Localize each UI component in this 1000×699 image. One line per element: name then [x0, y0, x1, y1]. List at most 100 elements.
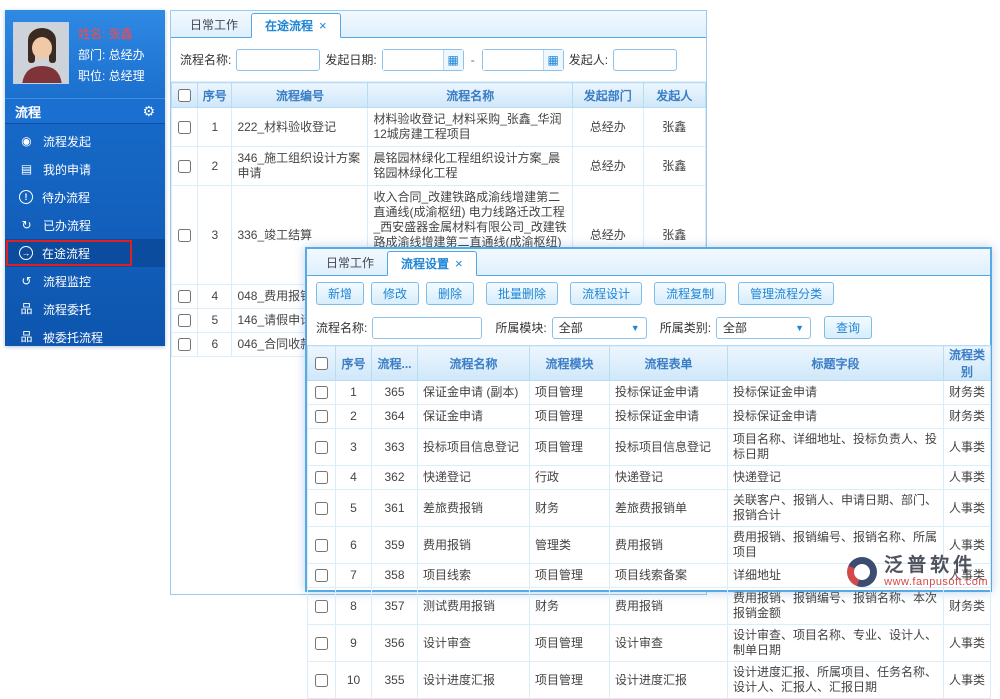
flow-copy-button[interactable]: 流程复制: [654, 281, 727, 305]
table-row[interactable]: 3 363 投标项目信息登记 项目管理 投标项目信息登记 项目名称、详细地址、投标负责人、…: [307, 428, 991, 466]
column-header[interactable]: 流程名称: [417, 345, 530, 381]
flow-name-input[interactable]: [372, 316, 483, 339]
close-tab-icon[interactable]: ×: [455, 257, 463, 270]
row-checkbox[interactable]: [315, 538, 328, 552]
date-from-input[interactable]: [382, 49, 443, 70]
main-tabbar: 日常工作 在途流程 ×: [171, 11, 706, 38]
sidebar-item-todo[interactable]: ! 待办流程: [5, 183, 165, 211]
delete-button[interactable]: 删除: [426, 281, 475, 305]
row-checkbox[interactable]: [315, 501, 328, 515]
sidebar-item-launch[interactable]: ◉ 流程发起: [5, 127, 165, 155]
flow-name-input[interactable]: [236, 48, 321, 71]
module-select[interactable]: 全部 ▼: [551, 316, 647, 339]
checkbox-cell: [307, 624, 336, 662]
sidebar-item-monitor[interactable]: ↺ 流程监控: [5, 267, 165, 295]
cell-flow-name: 设计进度汇报: [417, 661, 530, 699]
cell-code: 222_材料验收登记: [231, 107, 369, 147]
row-checkbox[interactable]: [315, 673, 328, 687]
row-checkbox[interactable]: [178, 338, 192, 352]
sidebar-item-finished[interactable]: ↻ 已办流程: [5, 211, 165, 239]
table-row[interactable]: 9 356 设计审查 项目管理 设计审查 设计审查、项目名称、专业、设计人、制单日期 人事类: [307, 624, 991, 662]
table-row[interactable]: 8 357 测试费用报销 财务 费用报销 费用报销、报销编号、报销名称、本次报销金额 财务类: [307, 587, 991, 625]
cell-dept: 总经办: [571, 146, 644, 186]
row-checkbox[interactable]: [178, 290, 192, 304]
row-checkbox[interactable]: [315, 636, 328, 650]
profile-name: 姓名: 张鑫: [78, 27, 133, 41]
cell-no: 8: [335, 587, 372, 625]
main-tab-daily-work[interactable]: 日常工作: [177, 12, 251, 37]
profile-info: 姓名: 张鑫 部门: 总经办 职位: 总经理: [78, 22, 145, 90]
calendar-icon[interactable]: ▦: [542, 49, 563, 70]
table-row[interactable]: 1 365 保证金申请 (副本) 项目管理 投标保证金申请 投标保证金申请 财务类: [307, 380, 991, 405]
column-header[interactable]: 序号: [335, 345, 372, 381]
table-row[interactable]: 2 346_施工组织设计方案申请 晨铭园林绿化工程组织设计方案_晨铭园林绿化工程 总经…: [170, 146, 706, 186]
category-label: 所属类别:: [659, 321, 712, 335]
sidebar-item-in-transit[interactable]: → 在途流程: [5, 239, 165, 267]
row-checkbox[interactable]: [315, 471, 328, 485]
search-button[interactable]: 查询: [824, 316, 873, 339]
edit-button[interactable]: 修改: [371, 281, 420, 305]
broadcast-icon: ◉: [21, 133, 32, 148]
row-checkbox[interactable]: [315, 410, 328, 424]
sidebar-item-delegated[interactable]: 品被委托流程: [5, 323, 165, 351]
flow-design-button[interactable]: 流程设计: [570, 281, 643, 305]
column-header[interactable]: 流程名称: [367, 82, 573, 108]
column-header[interactable]: 发起人: [642, 82, 706, 108]
sender-input[interactable]: [613, 48, 678, 71]
settings-tab-daily-work[interactable]: 日常工作: [313, 250, 387, 275]
cell-title-field: 费用报销、报销编号、报销名称、本次报销金额: [727, 587, 944, 625]
row-checkbox[interactable]: [178, 314, 192, 328]
cell-module: 项目管理: [529, 624, 610, 662]
cell-no: 7: [335, 563, 372, 588]
table-row[interactable]: 1 222_材料验收登记 材料验收登记_材料采购_张鑫_华润12城房建工程项目 总经办…: [170, 107, 706, 147]
batch-delete-button[interactable]: 批量删除: [486, 281, 559, 305]
table-row[interactable]: 10 355 设计进度汇报 项目管理 设计进度汇报 设计进度汇报、所属项目、任务名称、设计…: [307, 661, 991, 699]
calendar-icon[interactable]: ▦: [442, 49, 463, 70]
column-header[interactable]: 流程类别: [943, 345, 991, 381]
cell-category: 人事类: [943, 465, 991, 490]
column-header[interactable]: 发起部门: [571, 82, 644, 108]
sidebar-item-delegate[interactable]: 品流程委托: [5, 295, 165, 323]
chevron-down-icon: ▼: [630, 322, 640, 333]
table-row[interactable]: 2 364 保证金申请 项目管理 投标保证金申请 投标保证金申请 财务类: [307, 404, 991, 429]
cell-no: 6: [197, 332, 233, 357]
row-checkbox[interactable]: [315, 599, 328, 613]
cell-flow-name: 保证金申请 (副本): [417, 380, 530, 405]
column-header[interactable]: 序号: [197, 82, 233, 108]
cell-flow-id: 363: [371, 428, 418, 466]
row-checkbox[interactable]: [315, 569, 328, 583]
table-row[interactable]: 5 361 差旅费报销 财务 差旅费报销单 关联客户、报销人、申请日期、部门、报销合计 人事…: [307, 489, 991, 527]
sidebar-item-my-apply[interactable]: ▤ 我的申请: [5, 155, 165, 183]
category-select[interactable]: 全部 ▼: [716, 316, 812, 339]
column-header[interactable]: 流程表单: [609, 345, 728, 381]
date-to-input[interactable]: [482, 49, 543, 70]
date-separator: -: [470, 52, 475, 67]
gear-icon[interactable]: ⚙: [142, 103, 155, 120]
document-icon: ▤: [20, 161, 33, 176]
fanpu-watermark: 泛普软件 www.fanpusoft.com: [847, 555, 988, 589]
main-tab-in-transit[interactable]: 在途流程 ×: [251, 13, 341, 38]
table-row[interactable]: 4 362 快递登记 行政 快递登记 快递登记 人事类: [307, 465, 991, 490]
cell-category: 人事类: [943, 489, 991, 527]
category-select-value: 全部: [723, 321, 748, 335]
close-tab-icon[interactable]: ×: [319, 19, 327, 32]
column-header[interactable]: 流程模块: [529, 345, 610, 381]
row-checkbox[interactable]: [178, 228, 192, 242]
manage-flow-category-button[interactable]: 管理流程分类: [738, 281, 835, 305]
checkbox-cell: [170, 308, 199, 333]
checkbox-cell: [307, 380, 336, 405]
settings-filterbar: 流程名称: 所属模块: 全部 ▼ 所属类别: 全部 ▼ 查询: [307, 310, 990, 345]
column-header[interactable]: 流程编号: [231, 82, 369, 108]
module-select-value: 全部: [558, 321, 583, 335]
add-button[interactable]: 新增: [316, 281, 365, 305]
select-all-checkbox[interactable]: [178, 89, 192, 103]
select-all-checkbox[interactable]: [315, 357, 328, 371]
cell-module: 财务: [529, 489, 610, 527]
settings-tab-flow-settings[interactable]: 流程设置 ×: [387, 251, 477, 276]
column-header[interactable]: 流程...: [371, 345, 418, 381]
row-checkbox[interactable]: [178, 120, 192, 134]
row-checkbox[interactable]: [315, 440, 328, 454]
row-checkbox[interactable]: [178, 159, 192, 173]
row-checkbox[interactable]: [315, 386, 328, 400]
column-header[interactable]: 标题字段: [727, 345, 944, 381]
